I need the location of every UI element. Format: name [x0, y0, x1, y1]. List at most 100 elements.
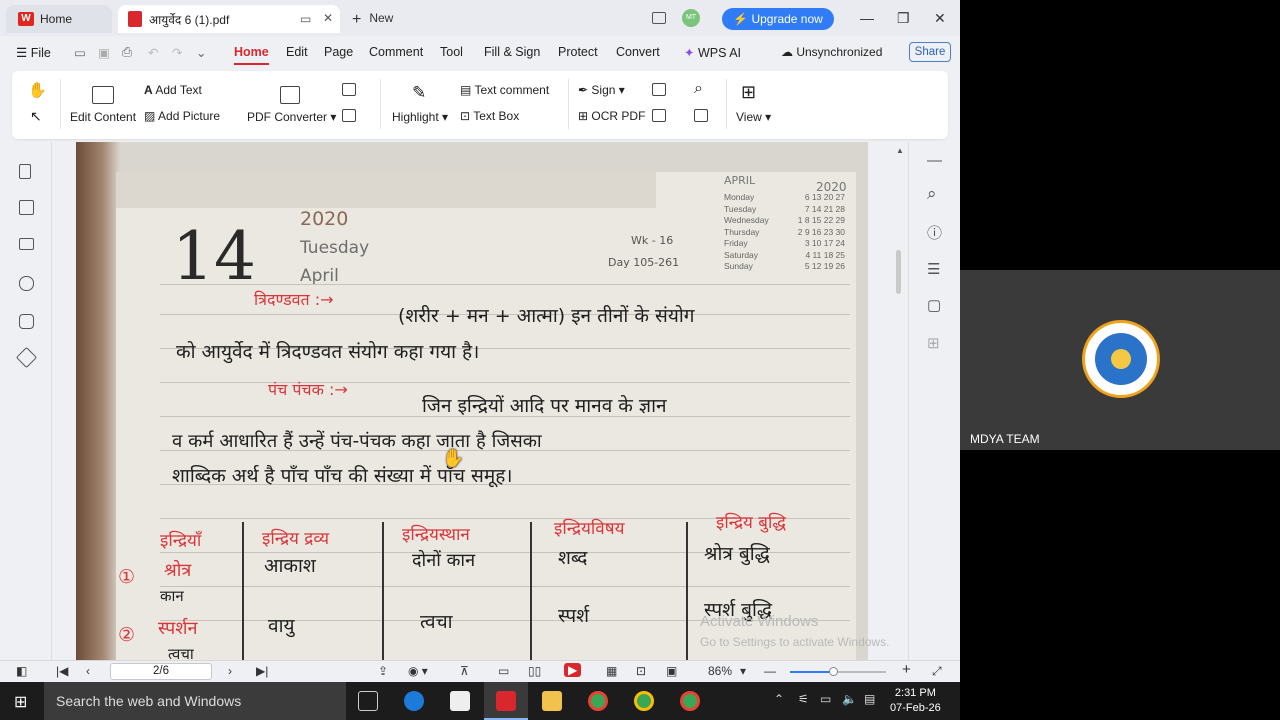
undo-icon[interactable]: ↶	[148, 45, 158, 60]
copy-icon[interactable]	[342, 109, 356, 122]
menu-fill-sign[interactable]: Fill & Sign	[484, 45, 540, 59]
highlight-button[interactable]: Highlight ▾	[392, 110, 448, 124]
select-tool-icon[interactable]: ↖	[30, 108, 42, 125]
save-icon[interactable]: ▣	[98, 45, 110, 60]
export-icon[interactable]: ⇪	[378, 664, 388, 678]
image-icon[interactable]	[652, 83, 666, 96]
tray-chevron-icon[interactable]: ⌃	[774, 692, 784, 706]
menu-page[interactable]: Page	[324, 45, 353, 59]
print-icon[interactable]: ⎙	[122, 45, 132, 60]
file-explorer-icon[interactable]	[542, 691, 562, 711]
text-box-button[interactable]: ⊡ Text Box	[460, 109, 519, 123]
open-folder-icon[interactable]: ▭	[74, 45, 86, 60]
next-page-icon[interactable]: ›	[228, 664, 232, 678]
taskbar-clock[interactable]: 2:31 PM 07-Feb-26	[890, 686, 941, 716]
comment-icon[interactable]	[19, 238, 34, 250]
prev-page-icon[interactable]: ‹	[86, 664, 90, 678]
close-window-icon[interactable]: ✕	[934, 10, 946, 27]
apps-grid-icon[interactable]: ⊞	[927, 334, 940, 352]
close-tab-icon[interactable]: ✕	[323, 11, 333, 25]
ocr-pdf-button[interactable]: ⊞ OCR PDF	[578, 109, 645, 123]
avatar[interactable]: MT	[682, 9, 700, 27]
menu-edit[interactable]: Edit	[286, 45, 308, 59]
zoom-out-icon[interactable]: —	[764, 664, 776, 678]
network-icon[interactable]: ⚟	[798, 692, 809, 706]
fullscreen-icon[interactable]: ⤢	[932, 664, 942, 679]
chrome-icon[interactable]	[680, 691, 700, 711]
menu-tool[interactable]: Tool	[440, 45, 463, 59]
continuous-icon[interactable]: ▦	[606, 664, 617, 678]
zoom-in-icon[interactable]: +	[902, 661, 911, 678]
search-icon[interactable]: ⌕	[694, 80, 703, 98]
sidebar-toggle-icon[interactable]: ◧	[16, 664, 27, 678]
redo-icon[interactable]: ↷	[172, 45, 182, 60]
attachment-icon[interactable]	[19, 276, 34, 291]
signature-icon[interactable]	[19, 314, 34, 329]
taskbar-search-box[interactable]: Search the web and Windows	[44, 682, 346, 720]
minimize-icon[interactable]: —	[860, 10, 874, 26]
store-icon[interactable]	[450, 691, 470, 711]
fit-width-icon[interactable]: ⊡	[636, 664, 646, 678]
menu-home[interactable]: Home	[234, 45, 269, 59]
thumbnail-icon[interactable]	[19, 200, 34, 215]
sync-status[interactable]: ☁ Unsynchronized	[781, 45, 882, 59]
collapse-icon[interactable]: —	[927, 152, 942, 169]
eye-view-icon[interactable]: ◉ ▾	[408, 664, 428, 678]
screenshot-icon[interactable]	[694, 109, 708, 122]
tab-document[interactable]: आयुर्वेद 6 (1).pdf ▭ ✕	[118, 5, 340, 33]
battery-icon[interactable]: ▭	[820, 692, 831, 706]
document-viewport[interactable]: 14 2020 Tuesday April Wk - 16 Day 105-26…	[52, 142, 908, 660]
menu-comment[interactable]: Comment	[369, 45, 423, 59]
task-view-icon[interactable]	[358, 691, 378, 711]
page-number-input[interactable]: 2/6	[110, 663, 212, 680]
share-button[interactable]: Share	[909, 42, 951, 62]
scroll-up-arrow-icon[interactable]: ▲	[896, 146, 904, 155]
layers-icon[interactable]	[15, 346, 38, 369]
menu-file[interactable]: ☰ File	[16, 45, 51, 60]
bookmark-icon[interactable]	[19, 164, 31, 179]
zoom-slider-knob[interactable]	[829, 667, 839, 676]
add-text-button[interactable]: A Add Text	[144, 83, 202, 97]
windows-start-icon[interactable]: ⊞	[14, 692, 27, 712]
search-icon[interactable]: ⌕	[927, 184, 937, 204]
new-tab-button[interactable]: + New	[352, 11, 393, 29]
hand-tool-icon[interactable]: ✋	[28, 81, 47, 99]
upgrade-button[interactable]: ⚡ Upgrade now	[722, 8, 834, 30]
view-button[interactable]: View ▾	[736, 110, 771, 124]
zoom-dropdown-icon[interactable]: ▾	[740, 664, 746, 678]
menu-wps-ai[interactable]: ✦ WPS AI	[684, 45, 741, 60]
monitor-icon[interactable]: ▭	[300, 12, 311, 26]
add-picture-button[interactable]: ▨ Add Picture	[144, 109, 220, 123]
pdf-converter-button[interactable]: PDF Converter ▾	[247, 110, 336, 124]
window-layout-icon[interactable]	[652, 12, 666, 24]
vertical-scrollbar-thumb[interactable]	[896, 250, 901, 294]
volume-icon[interactable]: 🔈	[842, 692, 857, 706]
convert-icon[interactable]	[342, 83, 356, 96]
chrome-icon[interactable]	[634, 691, 654, 711]
fit-page-icon[interactable]: ⊼	[460, 664, 469, 678]
restore-icon[interactable]: ❐	[897, 10, 910, 27]
wps-taskbar-button[interactable]	[484, 682, 528, 720]
sign-button[interactable]: ✒ Sign ▾	[578, 83, 625, 97]
play-slideshow-icon[interactable]: ▶	[564, 663, 582, 677]
reader-icon[interactable]: ▢	[927, 296, 941, 314]
first-page-icon[interactable]: |◀	[56, 664, 68, 678]
two-page-icon[interactable]: ▯▯	[528, 664, 541, 678]
menu-convert[interactable]: Convert	[616, 45, 660, 59]
more-chevron-icon[interactable]: ⌄	[196, 45, 206, 60]
chrome-icon[interactable]	[588, 691, 608, 711]
menu-protect[interactable]: Protect	[558, 45, 598, 59]
edit-content-button[interactable]: Edit Content	[70, 110, 136, 124]
notification-icon[interactable]: ▤	[864, 692, 875, 706]
actual-size-icon[interactable]: ▣	[666, 664, 677, 678]
edge-browser-icon[interactable]	[404, 691, 424, 711]
zoom-slider[interactable]	[790, 667, 886, 676]
help-icon[interactable]: ⓘ	[927, 222, 942, 243]
tab-home[interactable]: W Home	[6, 5, 112, 33]
pdf-page[interactable]: 14 2020 Tuesday April Wk - 16 Day 105-26…	[76, 142, 868, 660]
single-page-icon[interactable]: ▭	[498, 664, 509, 678]
settings-sliders-icon[interactable]: ☰	[927, 260, 940, 278]
text-comment-button[interactable]: ▤ Text comment	[460, 83, 549, 97]
last-page-icon[interactable]: ▶|	[256, 664, 268, 678]
zoom-level[interactable]: 86%	[708, 664, 732, 678]
